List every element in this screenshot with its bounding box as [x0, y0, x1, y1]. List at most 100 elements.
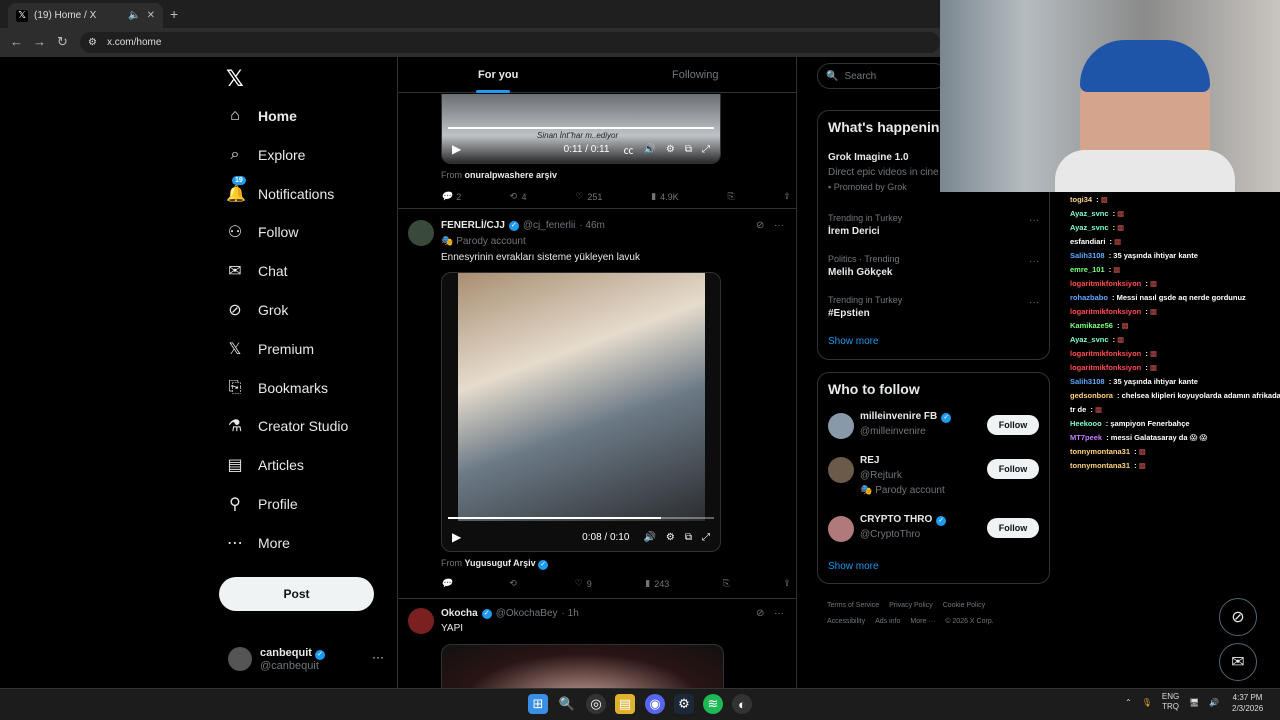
- play-icon[interactable]: ▶: [452, 530, 461, 544]
- sidebar-item-follow[interactable]: ⚇ Follow: [226, 217, 299, 247]
- trend-name[interactable]: #Epstien: [828, 308, 870, 319]
- author-name[interactable]: FENERLİ/CJJ: [441, 220, 505, 231]
- video-source-link[interactable]: onuralpwashere arşiv: [465, 170, 558, 180]
- grok-float-button[interactable]: ⊘: [1219, 598, 1257, 636]
- avatar[interactable]: [828, 516, 854, 542]
- share-button[interactable]: ⇪: [783, 191, 791, 202]
- bookmark-button[interactable]: ⎘: [723, 578, 730, 589]
- tab-for-you[interactable]: For you: [478, 69, 518, 81]
- follow-suggestion-name[interactable]: milleinvenire FB ✓: [860, 411, 952, 423]
- more-dots-icon[interactable]: ···: [774, 220, 784, 231]
- sidebar-item-notifications[interactable]: 🔔 19 Notifications: [226, 175, 334, 209]
- network-icon[interactable]: 🖥: [1189, 698, 1199, 707]
- avatar[interactable]: [408, 220, 434, 246]
- sidebar-item-more[interactable]: ⋯ More: [226, 528, 290, 558]
- show-more-link[interactable]: Show more: [828, 561, 879, 572]
- promo-title[interactable]: Grok Imagine 1.0: [828, 152, 909, 163]
- follow-button[interactable]: Follow: [987, 459, 1039, 479]
- more-dots-icon[interactable]: ···: [1029, 256, 1039, 267]
- follow-button[interactable]: Follow: [987, 518, 1039, 538]
- avatar[interactable]: [408, 608, 434, 634]
- post-button[interactable]: Post: [219, 577, 374, 611]
- chevron-up-icon[interactable]: ⌃: [1125, 698, 1132, 707]
- forward-icon[interactable]: →: [33, 34, 46, 49]
- settings-icon[interactable]: ⚙: [666, 144, 675, 155]
- author-handle[interactable]: @OkochaBey: [496, 608, 558, 619]
- volume-icon[interactable]: 🔊: [643, 532, 655, 543]
- views-button[interactable]: ▮ 4.9K: [651, 191, 678, 202]
- avatar[interactable]: [828, 413, 854, 439]
- footer-link[interactable]: Ads info: [875, 618, 900, 625]
- sidebar-item-articles[interactable]: ▤ Articles: [226, 450, 303, 480]
- repost-button[interactable]: ⟲ 4: [510, 191, 527, 202]
- grok-icon[interactable]: ⊘: [756, 608, 764, 619]
- spotify-icon[interactable]: ≋: [703, 694, 723, 714]
- new-tab-icon[interactable]: +: [170, 6, 178, 22]
- reply-button[interactable]: 💬: [441, 578, 456, 589]
- tab-following[interactable]: Following: [672, 69, 718, 81]
- footer-link[interactable]: Cookie Policy: [943, 602, 985, 609]
- clock[interactable]: 4:37 PM 2/3/2026: [1232, 692, 1263, 714]
- share-button[interactable]: ⇪: [783, 578, 791, 589]
- video-player[interactable]: Sinan İnt"har m..ediyor ▶ 0:11 / 0:11 ㏄ …: [441, 94, 721, 164]
- chrome-icon[interactable]: ◎: [586, 694, 606, 714]
- discord-icon[interactable]: ◉: [645, 694, 665, 714]
- sidebar-item-premium[interactable]: 𝕏 Premium: [226, 334, 314, 364]
- back-icon[interactable]: ←: [10, 34, 23, 49]
- more-dots-icon[interactable]: ···: [1029, 297, 1039, 308]
- steam-icon[interactable]: ⚙: [674, 694, 694, 714]
- footer-link[interactable]: More ···: [910, 618, 935, 625]
- sidebar-item-home[interactable]: ⌂ Home: [226, 101, 297, 131]
- tab-close-icon[interactable]: ✕: [147, 10, 155, 21]
- fullscreen-icon[interactable]: ⤢: [702, 532, 710, 543]
- footer-link[interactable]: Terms of Service: [827, 602, 879, 609]
- more-dots-icon[interactable]: ···: [1029, 215, 1039, 226]
- folder-icon[interactable]: ▤: [615, 694, 635, 714]
- views-button[interactable]: ▮ 243: [645, 578, 669, 589]
- sidebar-item-bookmarks[interactable]: ⎘ Bookmarks: [226, 373, 328, 403]
- author-handle[interactable]: @cj_fenerlii: [523, 220, 575, 231]
- language-indicator[interactable]: ENG TRQ: [1162, 692, 1179, 712]
- bookmark-button[interactable]: ⎘: [727, 191, 734, 202]
- like-button[interactable]: ♡ 9: [575, 578, 592, 589]
- sidebar-item-creator-studio[interactable]: ⚗ Creator Studio: [226, 411, 348, 441]
- pip-icon[interactable]: ⧉: [685, 144, 692, 155]
- search-input[interactable]: 🔍 Search: [817, 63, 947, 89]
- url-field[interactable]: ⚙ x.com/home: [80, 32, 940, 53]
- tweet-age[interactable]: · 1h: [562, 608, 579, 619]
- app-icon[interactable]: ◐: [732, 694, 752, 714]
- more-dots-icon[interactable]: ···: [372, 650, 384, 664]
- author-name[interactable]: Okocha: [441, 608, 478, 619]
- volume-icon[interactable]: 🔊: [643, 144, 655, 155]
- sidebar-item-chat[interactable]: ✉ Chat: [226, 256, 287, 286]
- tweet-image[interactable]: [441, 644, 724, 688]
- tab-audio-icon[interactable]: 🔈: [128, 10, 140, 21]
- video-progress-bar[interactable]: [448, 127, 714, 129]
- repost-button[interactable]: ⟲: [510, 578, 522, 589]
- x-logo-icon[interactable]: 𝕏: [226, 66, 244, 92]
- trend-name[interactable]: İrem Derici: [828, 226, 880, 237]
- follow-button[interactable]: Follow: [987, 415, 1039, 435]
- reply-button[interactable]: 💬 2: [441, 191, 461, 202]
- follow-suggestion-name[interactable]: REJ: [860, 455, 879, 466]
- sidebar-item-grok[interactable]: ⊘ Grok: [226, 295, 288, 325]
- captions-icon[interactable]: ㏄: [623, 142, 633, 157]
- video-player[interactable]: ▶ 0:08 / 0:10 🔊 ⚙ ⧉ ⤢: [441, 272, 721, 552]
- browser-tab[interactable]: 𝕏 (19) Home / X 🔈 ✕: [8, 3, 163, 28]
- footer-link[interactable]: Accessibility: [827, 618, 865, 625]
- reload-icon[interactable]: ↻: [57, 34, 68, 50]
- fullscreen-icon[interactable]: ⤢: [702, 144, 710, 155]
- more-dots-icon[interactable]: ···: [774, 608, 784, 619]
- like-button[interactable]: ♡ 251: [575, 191, 602, 202]
- avatar[interactable]: [828, 457, 854, 483]
- settings-icon[interactable]: ⚙: [666, 532, 675, 543]
- show-more-link[interactable]: Show more: [828, 336, 879, 347]
- search-icon[interactable]: 🔍: [557, 694, 577, 714]
- sidebar-item-profile[interactable]: ⚲ Profile: [226, 489, 298, 519]
- sidebar-item-explore[interactable]: ⌕ Explore: [226, 140, 306, 170]
- tweet-age[interactable]: · 46m: [579, 220, 605, 231]
- video-source-link[interactable]: Yugusuguf Arşiv: [465, 558, 536, 568]
- video-progress-bar[interactable]: [448, 517, 714, 519]
- pip-icon[interactable]: ⧉: [685, 532, 692, 543]
- site-info-icon[interactable]: ⚙: [88, 37, 97, 48]
